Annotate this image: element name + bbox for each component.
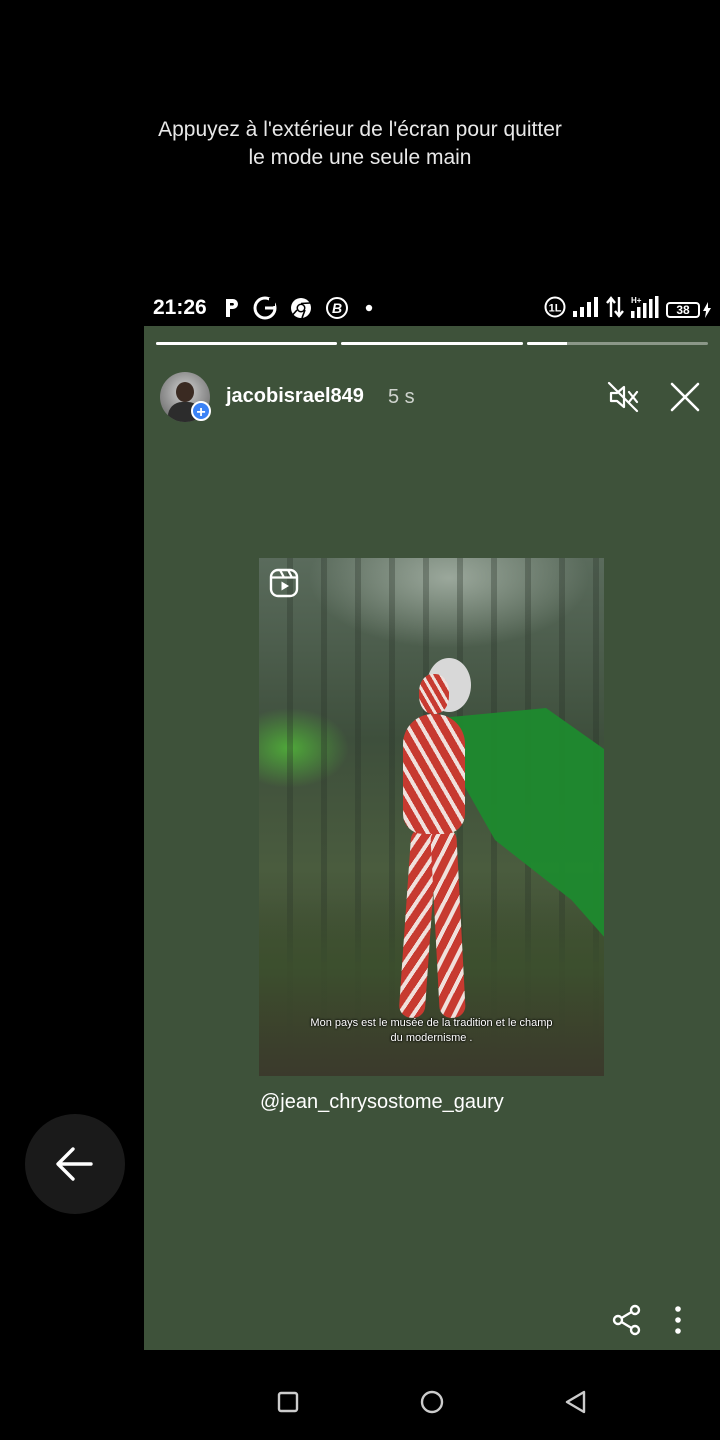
status-time: 21:26 [153, 296, 207, 319]
subtitle-line-1: Mon pays est le musée de la tradition et… [310, 1017, 553, 1029]
shared-reel-post[interactable]: Mon pays est le musée de la tradition et… [259, 558, 604, 1076]
arrow-left-icon [56, 1147, 93, 1181]
one-hand-mode-hint: Appuyez à l'extérieur de l'écran pour qu… [0, 116, 720, 172]
more-options-icon[interactable] [668, 1303, 688, 1337]
hint-line-2: le mode une seule main [248, 146, 472, 169]
story-progress [156, 342, 708, 345]
battery-level: 38 [666, 301, 700, 318]
exit-one-hand-mode-button[interactable] [25, 1114, 125, 1214]
status-bar: 21:26 B 1L H+ 38 [144, 290, 720, 326]
hint-line-1: Appuyez à l'extérieur de l'écran pour qu… [158, 118, 562, 141]
back-button[interactable] [560, 1386, 592, 1418]
progress-segment [341, 342, 523, 345]
mute-icon[interactable] [606, 380, 640, 414]
triangle-back-icon [565, 1390, 586, 1414]
reels-icon [269, 568, 299, 598]
progress-segment [156, 342, 338, 345]
dot-icon [365, 304, 373, 312]
data-arrows-icon [606, 296, 624, 323]
parking-icon [223, 297, 241, 319]
signal-icon [573, 297, 599, 322]
home-button[interactable] [416, 1386, 448, 1418]
system-navigation-bar [0, 1350, 720, 1440]
hplus-signal-icon: H+ [631, 296, 659, 323]
bitcoin-icon: B [325, 296, 349, 320]
square-icon [277, 1391, 299, 1413]
recents-button[interactable] [272, 1386, 304, 1418]
story-viewer[interactable]: + jacobisrael849 5 s Mon pays est le mus… [144, 326, 720, 1350]
mention-link[interactable]: @jean_chrysostome_gaury [260, 1091, 504, 1114]
story-time-ago: 5 s [388, 386, 415, 408]
subtitle-line-2: du modernisme . [390, 1032, 473, 1044]
svg-text:B: B [332, 300, 342, 316]
close-icon[interactable] [668, 380, 702, 414]
add-story-badge[interactable]: + [191, 401, 211, 421]
post-subtitle: Mon pays est le musée de la tradition et… [273, 1016, 590, 1046]
svg-text:H+: H+ [631, 296, 642, 305]
google-icon [253, 296, 277, 320]
progress-segment [526, 342, 708, 345]
circle-icon [420, 1390, 444, 1414]
svg-text:1L: 1L [549, 303, 562, 315]
story-username[interactable]: jacobisrael849 [226, 385, 364, 408]
battery-icon: 38 [666, 301, 712, 318]
share-icon[interactable] [610, 1303, 644, 1337]
sim-icon: 1L [544, 296, 566, 323]
painted-figure [379, 658, 489, 1028]
chrome-icon [289, 296, 313, 320]
